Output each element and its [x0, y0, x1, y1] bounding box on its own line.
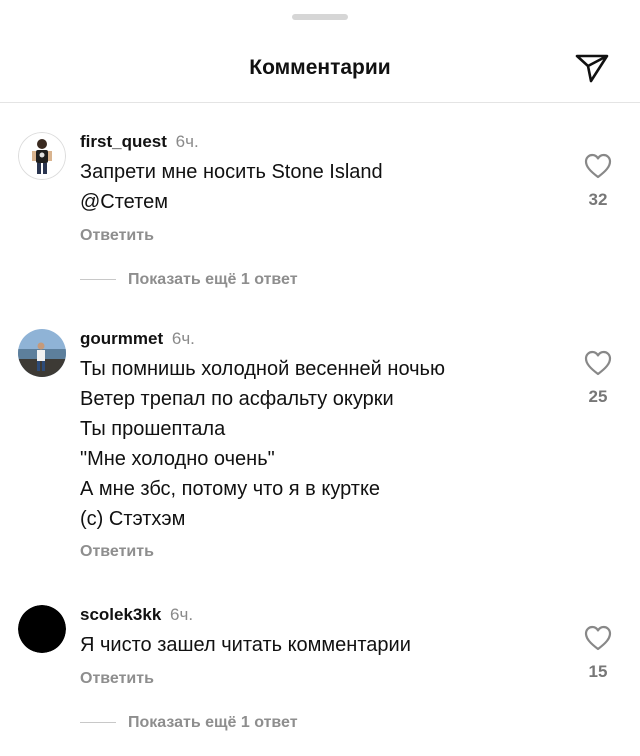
reply-button[interactable]: Ответить — [80, 670, 154, 688]
show-more-replies[interactable]: Показать ещё 1 ответ — [80, 714, 298, 732]
comment-line: Ты прошептала — [80, 418, 226, 440]
like-count: 15 — [588, 662, 608, 681]
comment-meta: scolek3kk 6ч. — [80, 605, 193, 625]
reply-button[interactable]: Ответить — [80, 543, 154, 561]
comment-username[interactable]: first_quest — [80, 132, 167, 151]
page-title: Комментарии — [249, 56, 391, 79]
comments-header: Комментарии — [0, 0, 640, 103]
comment-meta: first_quest 6ч. — [80, 132, 199, 152]
comment-line: Я чисто зашел читать комментарии — [80, 634, 411, 656]
heart-icon[interactable] — [584, 350, 612, 376]
divider-line — [80, 279, 116, 281]
comment-time: 6ч. — [171, 329, 195, 348]
comment-line: "Мне холодно очень" — [80, 448, 275, 470]
heart-icon[interactable] — [584, 625, 612, 651]
comment-time: 6ч. — [175, 132, 199, 151]
avatar[interactable] — [18, 132, 66, 180]
comment-line: Ветер трепал по асфальту окурки — [80, 388, 394, 410]
comment-meta: gourmmet 6ч. — [80, 329, 195, 349]
reply-button[interactable]: Ответить — [80, 227, 154, 245]
show-more-replies-label: Показать ещё 1 ответ — [128, 271, 298, 288]
heart-icon[interactable] — [584, 153, 612, 179]
like-count: 25 — [588, 387, 608, 406]
comment-text: Запрети мне носить Stone Island @Стетем — [80, 157, 383, 217]
comment-line: (с) Стэтхэм — [80, 508, 186, 530]
like-count: 32 — [588, 190, 608, 209]
avatar[interactable] — [18, 329, 66, 377]
comment-line: Запрети мне носить Stone Island — [80, 161, 383, 183]
comment-username[interactable]: scolek3kk — [80, 605, 161, 624]
show-more-replies[interactable]: Показать ещё 1 ответ — [80, 271, 298, 289]
comment-text: Ты помнишь холодной весенней ночью Ветер… — [80, 354, 445, 534]
send-icon[interactable] — [574, 52, 610, 84]
comment-text: Я чисто зашел читать комментарии — [80, 630, 411, 660]
comment-line: А мне збс, потому что я в куртке — [80, 478, 381, 500]
comment-line: @Стетем — [80, 191, 168, 213]
divider-line — [80, 722, 116, 724]
show-more-replies-label: Показать ещё 1 ответ — [128, 714, 298, 731]
avatar[interactable] — [18, 605, 66, 653]
comment-time: 6ч. — [170, 605, 194, 624]
comment-username[interactable]: gourmmet — [80, 329, 163, 348]
comment-line: Ты помнишь холодной весенней ночью — [80, 358, 445, 380]
